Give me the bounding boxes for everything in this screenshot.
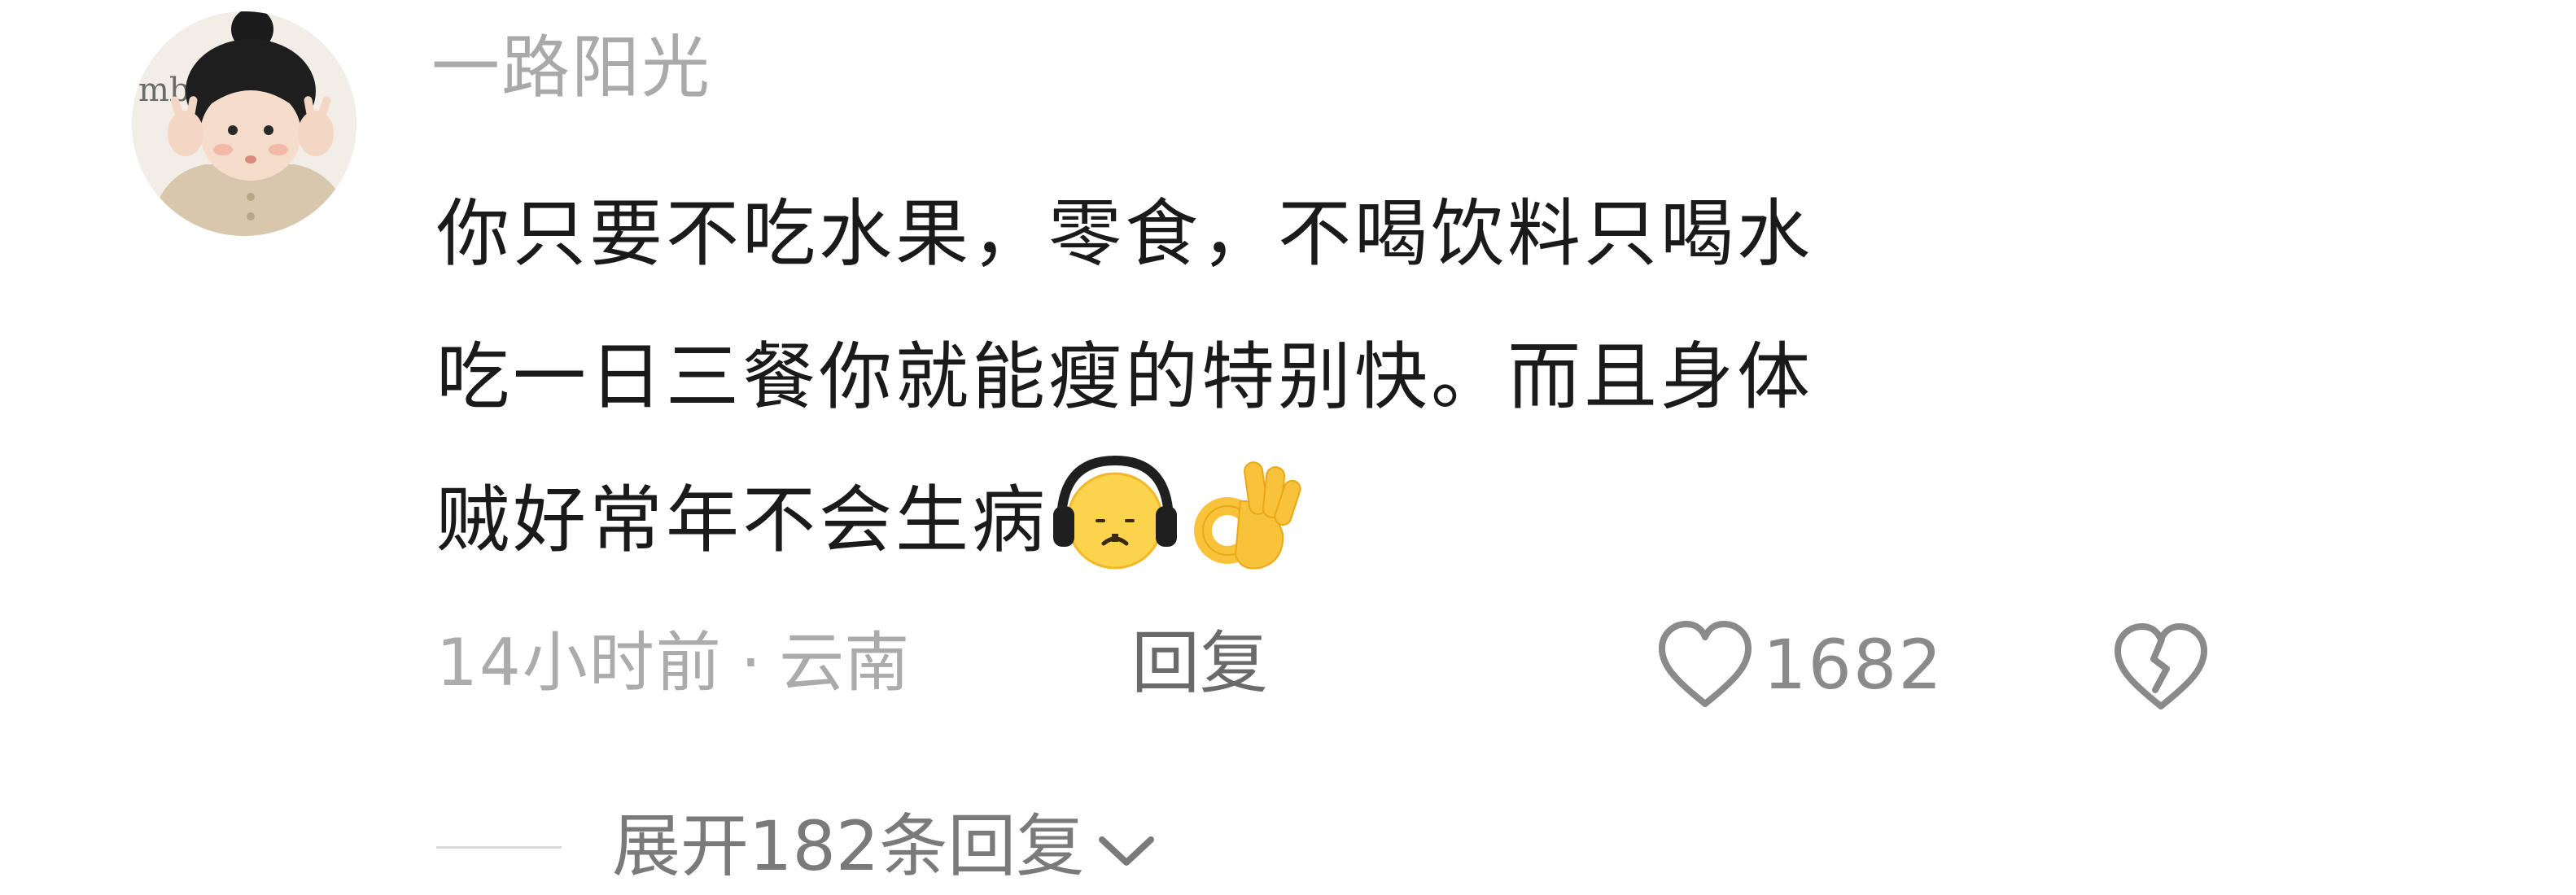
comment-meta: 14小时前 · 云南	[436, 618, 909, 708]
avatar-text: mb	[138, 72, 190, 109]
like-button[interactable]: 1682	[1652, 612, 1944, 718]
avatar[interactable]: mb	[132, 11, 356, 236]
comment-line: 贼好常年不会生病	[436, 478, 1048, 563]
like-count: 1682	[1763, 625, 1944, 705]
reply-button[interactable]: 回复	[1131, 618, 1268, 708]
comment-line: 吃一日三餐你就能瘦的特别快。而且身体	[436, 334, 1813, 420]
ok-hand-emoji	[1182, 452, 1312, 574]
heart-outline-icon	[1659, 621, 1752, 707]
comment-content: 你只要不吃水果，零食，不喝饮料只喝水 吃一日三餐你就能瘦的特别快。而且身体 贼好…	[436, 163, 2227, 592]
comment-time: 14小时前	[436, 625, 723, 701]
dislike-button[interactable]	[2108, 612, 2214, 718]
avatar-image: mb	[132, 11, 356, 236]
username[interactable]: 一路阳光	[431, 23, 711, 112]
comment-item: mb 一路阳光 你只要不吃水果，零食，不喝饮料只喝水 吃一日三餐你就能瘦的特别快…	[0, 0, 2576, 886]
expand-replies-label: 展开182条回复	[612, 806, 1085, 886]
divider	[436, 846, 562, 849]
meta-separator: ·	[740, 625, 762, 701]
broken-heart-icon	[2115, 623, 2207, 709]
comment-line: 你只要不吃水果，零食，不喝饮料只喝水	[436, 191, 1813, 277]
headphones-face-emoji	[1050, 452, 1180, 574]
expand-replies-button[interactable]: 展开182条回复	[612, 797, 1159, 895]
comment-location: 云南	[779, 625, 910, 701]
chevron-down-icon	[1099, 836, 1155, 867]
comment-line-with-emoji: 贼好常年不会生病	[436, 449, 2227, 592]
